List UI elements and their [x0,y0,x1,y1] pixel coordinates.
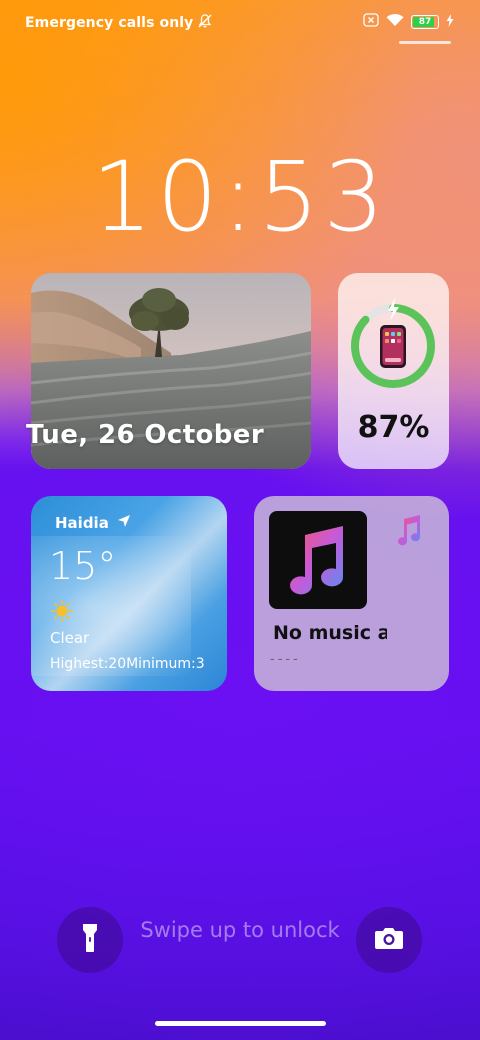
weather-city: Haidia [55,514,109,532]
sun-icon [51,600,73,626]
weather-location: Haidia [55,514,131,532]
battery-ring [351,298,435,388]
camera-icon [374,926,404,954]
phone-icon [380,325,406,368]
music-artist: ---- [270,652,301,667]
bell-off-icon [197,13,213,33]
status-icons: 87 [363,12,454,31]
status-bar: Emergency calls only 87 [0,0,480,44]
carrier-status: Emergency calls only [25,13,213,33]
weather-temp-range: Highest:20Minimum:3 [50,656,205,672]
battery-icon: 87 [411,14,439,29]
sim-off-icon [363,12,379,31]
status-indicator-line [399,41,451,44]
wifi-icon [386,12,404,31]
charging-bolt-icon [446,12,454,31]
widget-date: Tue, 26 October [26,420,265,450]
weather-condition: Clear [50,629,90,647]
home-indicator[interactable] [155,1021,326,1026]
music-note-icon [290,526,344,595]
camera-button[interactable] [356,907,422,973]
music-title: No music a [273,622,387,644]
battery-percentage: 87% [357,410,430,445]
battery-level-label: 87 [418,16,432,27]
music-note-small-icon [394,514,424,550]
album-art [269,511,367,609]
location-arrow-icon [117,514,131,532]
carrier-label: Emergency calls only [25,15,194,31]
charging-bolt-icon [388,298,399,321]
weather-temperature: 15° [49,544,117,588]
lockscreen-clock: 10:53 [91,141,389,253]
weather-widget[interactable]: Haidia 15° Clear Highest:20Minimum:3 [31,496,227,691]
music-widget[interactable]: No music a ---- [254,496,449,691]
